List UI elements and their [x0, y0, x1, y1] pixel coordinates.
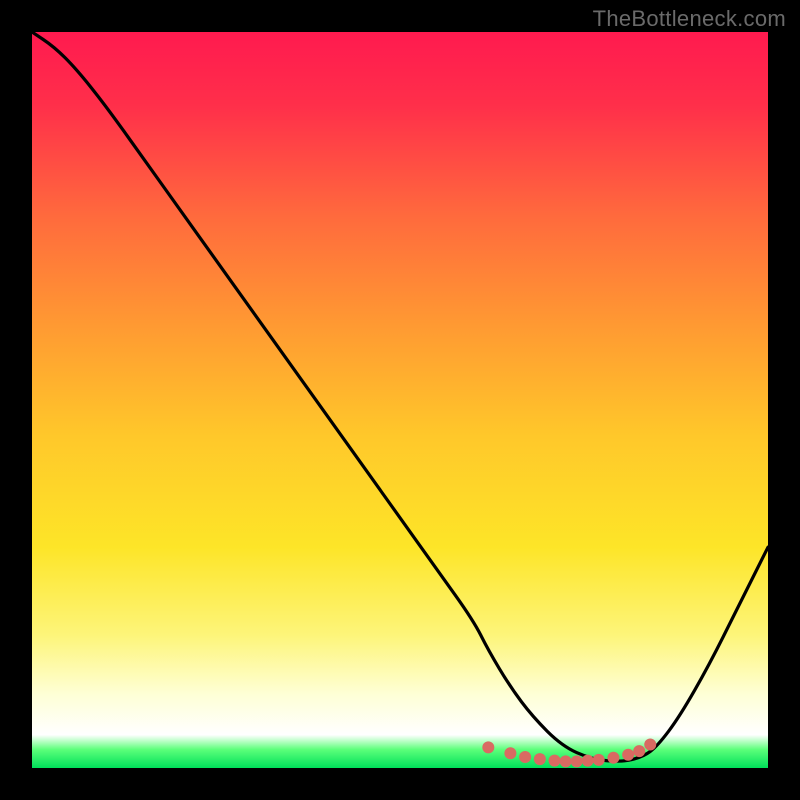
marker-dot	[644, 738, 656, 750]
marker-dot	[549, 755, 561, 767]
marker-dot	[571, 755, 583, 767]
highlight-markers	[482, 738, 656, 767]
marker-dot	[560, 755, 572, 767]
marker-dot	[534, 753, 546, 765]
chart-plot-area	[32, 32, 768, 768]
marker-dot	[607, 752, 619, 764]
marker-dot	[633, 745, 645, 757]
curve-layer	[32, 32, 768, 768]
marker-dot	[519, 751, 531, 763]
bottleneck-curve	[32, 32, 768, 761]
marker-dot	[622, 749, 634, 761]
marker-dot	[504, 747, 516, 759]
watermark-text: TheBottleneck.com	[593, 6, 786, 32]
marker-dot	[593, 754, 605, 766]
marker-dot	[582, 755, 594, 767]
marker-dot	[482, 741, 494, 753]
